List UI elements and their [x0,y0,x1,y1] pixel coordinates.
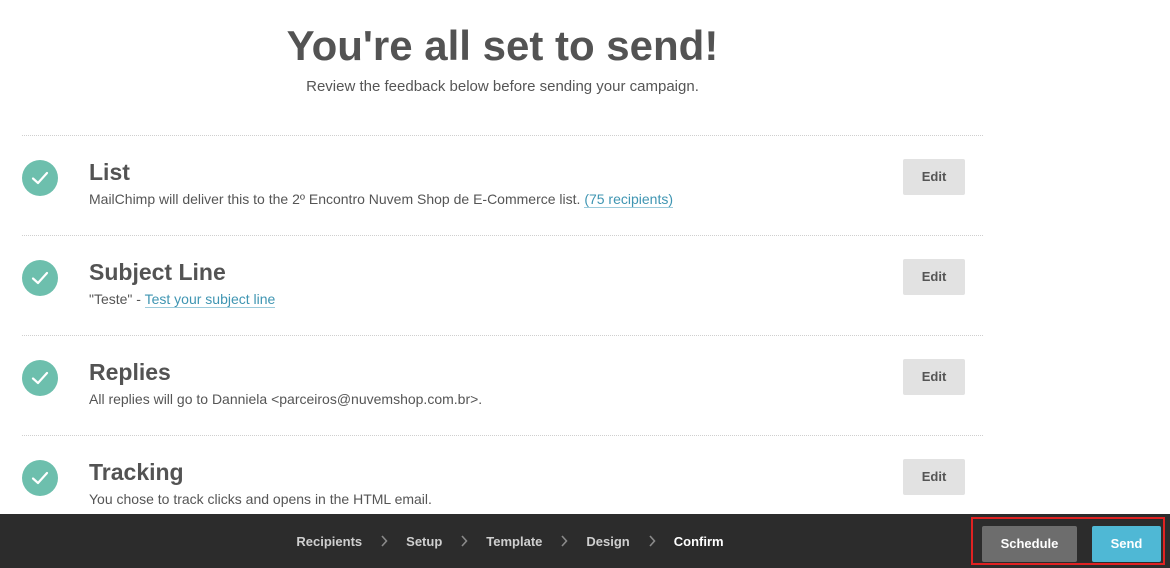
item-title: List [89,159,130,185]
item-description: All replies will go to Danniela <parceir… [89,391,483,407]
chevron-right-icon [542,535,586,547]
breadcrumb: Recipients Setup Template Design Confirm [0,514,1020,568]
item-description: "Teste" - Test your subject line [89,290,276,308]
step-setup[interactable]: Setup [406,534,442,549]
item-text: MailChimp will deliver this to the 2º En… [89,191,585,207]
checklist: List MailChimp will deliver this to the … [22,135,983,535]
checklist-item-subject-line: Subject Line "Teste" - Test your subject… [22,235,983,335]
edit-list-button[interactable]: Edit [903,159,965,195]
step-confirm[interactable]: Confirm [674,534,724,549]
check-circle-icon [22,260,58,296]
checklist-item-replies: Replies All replies will go to Danniela … [22,335,983,435]
checklist-item-list: List MailChimp will deliver this to the … [22,135,983,235]
edit-replies-button[interactable]: Edit [903,359,965,395]
item-title: Subject Line [89,259,226,285]
item-text: "Teste" - [89,291,145,307]
step-recipients[interactable]: Recipients [296,534,362,549]
chevron-right-icon [362,535,406,547]
check-circle-icon [22,160,58,196]
test-subject-line-link[interactable]: Test your subject line [144,291,276,308]
page-subtitle: Review the feedback below before sending… [306,78,699,95]
check-circle-icon [22,460,58,496]
chevron-right-icon [442,535,486,547]
send-button[interactable]: Send [1092,526,1161,562]
chevron-right-icon [630,535,674,547]
step-design[interactable]: Design [586,534,629,549]
item-description: MailChimp will deliver this to the 2º En… [89,190,674,208]
recipients-link[interactable]: (75 recipients) [584,191,674,208]
schedule-button[interactable]: Schedule [982,526,1077,562]
item-description: You chose to track clicks and opens in t… [89,491,432,507]
edit-tracking-button[interactable]: Edit [903,459,965,495]
edit-subject-line-button[interactable]: Edit [903,259,965,295]
step-template[interactable]: Template [486,534,542,549]
footer-bar: Recipients Setup Template Design Confirm… [0,514,1170,568]
item-title: Tracking [89,459,184,485]
page-title: You're all set to send! [286,22,719,69]
item-title: Replies [89,359,171,385]
check-circle-icon [22,360,58,396]
